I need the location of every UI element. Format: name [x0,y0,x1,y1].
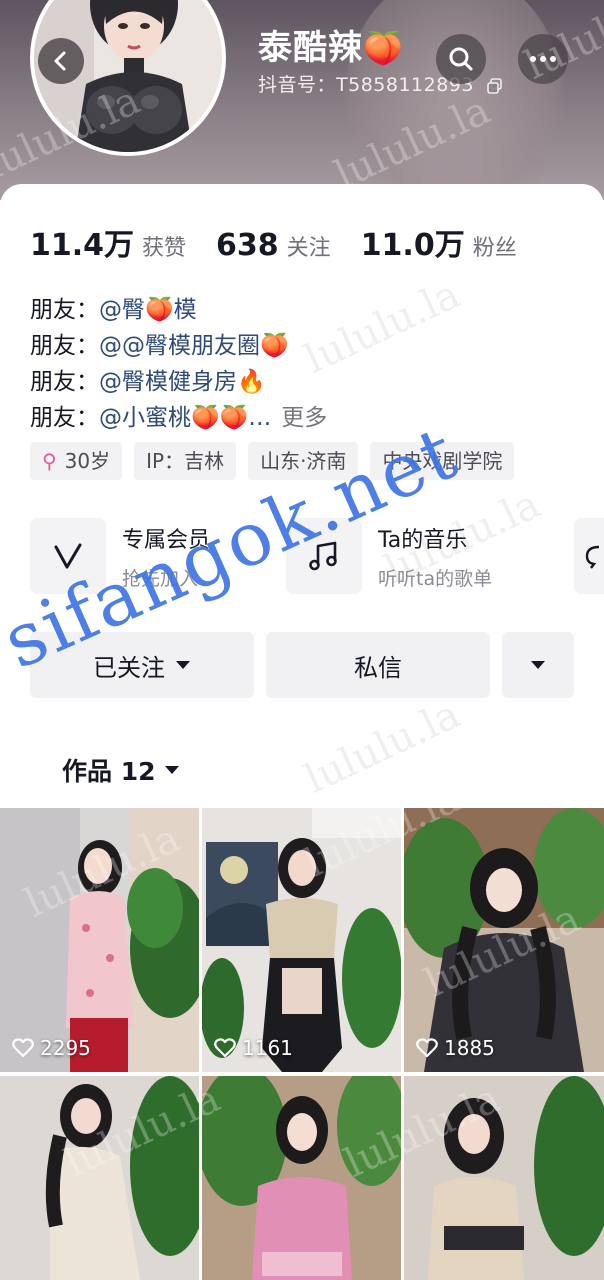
video-thumbnail[interactable]: 2295 [0,808,199,1072]
profile-header: 泰酷辣🍑 抖音号：T5858112893 lululu.la lululu.la… [0,0,604,200]
video-thumbnail[interactable] [404,1076,604,1280]
chat-icon-box [574,518,604,594]
friend-label: 朋友： [30,369,99,395]
chevron-left-icon [54,51,66,71]
stat-following[interactable]: 638 关注 [216,228,331,263]
stat-number: 11.4万 [30,228,135,263]
friend-link[interactable]: @小蜜桃🍑🍑… [99,405,271,431]
video-cover-image [404,1076,604,1280]
friend-label: 朋友： [30,297,99,323]
caret-down-icon [164,766,179,774]
video-thumbnail[interactable]: 1885 [404,808,604,1072]
heart-icon [12,1038,34,1058]
video-cover-image [404,808,604,1072]
bio-more-link[interactable]: 更多 [281,405,327,431]
heart-icon [416,1038,438,1058]
search-icon [449,47,473,71]
vip-v-icon [54,543,82,569]
caret-down-icon [531,661,545,669]
caret-down-icon [176,661,190,669]
friend-label: 朋友： [30,333,99,359]
profile-nickname: 泰酷辣🍑 [258,20,404,69]
search-button[interactable] [436,34,486,84]
stat-followers[interactable]: 11.0万 粉丝 [361,220,517,264]
like-count-text: 1161 [242,1036,293,1060]
works-label: 作品 12 [62,757,156,786]
service-subtitle: 听听ta的歌单 [378,567,493,590]
watermark-text: lululu.la [298,691,468,803]
more-horizontal-icon [530,56,556,62]
ip-tag: IP：吉林 [134,442,237,480]
chat-bubble-icon [585,545,599,569]
video-thumbnail[interactable] [0,1076,199,1280]
message-label: 私信 [354,653,402,682]
message-button[interactable]: 私信 [266,632,490,698]
age-tag: ⚲ 30岁 [30,442,123,480]
stats-row: 11.4万 获赞 638 关注 11.0万 粉丝 [30,220,547,264]
stat-number: 638 [216,228,279,263]
douyin-id-text: 抖音号：T5858112893 [258,74,474,96]
nickname-text: 泰酷辣 [258,28,363,68]
female-icon: ⚲ [42,449,57,473]
stat-label: 关注 [286,236,331,261]
video-grid: 2295 1161 1885 lululu.la lululu.la lulul… [0,775,604,1280]
friend-link[interactable]: @臀🍑模 [99,297,197,323]
video-thumbnail[interactable]: 1161 [202,808,401,1072]
like-count: 1885 [416,1036,495,1060]
like-count-text: 2295 [40,1036,91,1060]
next-service-entry[interactable] [574,518,604,594]
friend-link[interactable]: @臀模健身房🔥 [99,369,266,395]
followed-label: 已关注 [93,653,165,682]
like-count-text: 1885 [444,1036,495,1060]
friend-row: 朋友：@臀🍑模 [30,292,327,328]
friend-row: 朋友：@@臀模朋友圈🍑 [30,328,327,364]
friend-link[interactable]: @@臀模朋友圈🍑 [99,333,289,359]
video-thumbnail[interactable] [202,1076,401,1280]
video-cover-image [0,1076,199,1280]
stat-label: 粉丝 [472,236,517,261]
like-count: 2295 [12,1036,91,1060]
service-title: Ta的音乐 [378,527,468,553]
video-cover-image [202,808,401,1072]
video-cover-image [202,1076,401,1280]
age-text: 30岁 [64,449,111,473]
heart-icon [214,1038,236,1058]
friend-row: 朋友：@小蜜桃🍑🍑… 更多 [30,400,327,436]
more-button[interactable] [518,34,568,84]
peach-emoji: 🍑 [363,29,404,67]
friend-label: 朋友： [30,405,99,431]
stat-likes[interactable]: 11.4万 获赞 [30,220,186,264]
stat-label: 获赞 [142,236,187,261]
stat-number: 11.0万 [360,228,465,263]
friends-list: 朋友：@臀🍑模 朋友：@@臀模朋友圈🍑 朋友：@臀模健身房🔥 朋友：@小蜜桃🍑🍑… [30,292,327,436]
works-tab[interactable]: 作品 12 [62,752,180,788]
like-count: 1161 [214,1036,293,1060]
back-button[interactable] [38,38,84,84]
friend-row: 朋友：@臀模健身房🔥 [30,364,327,400]
video-cover-image [0,808,199,1072]
copy-icon[interactable] [486,77,503,94]
more-actions-dropdown[interactable] [502,632,574,698]
